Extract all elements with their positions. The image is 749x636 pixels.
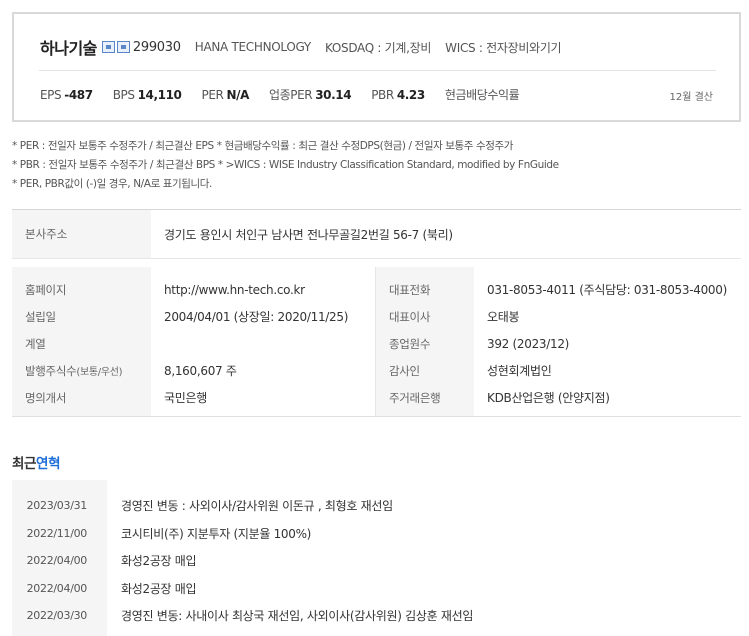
affiliate-value <box>164 330 348 357</box>
history-list: 2023/03/31 2022/11/00 2022/04/00 2022/04… <box>12 480 741 636</box>
info-grid: 홈페이지 설립일 계열 발행주식수 (보통/우선) 명의개서 http://www… <box>12 267 741 417</box>
affiliate-label: 계열 <box>25 336 46 351</box>
metric-bps: BPS 14,110 <box>112 87 182 102</box>
founded-label: 설립일 <box>25 309 56 324</box>
settlement-month: 12월 결산 <box>669 92 713 103</box>
history-event: 화성2공장 매입 <box>121 554 197 569</box>
homepage-link[interactable]: http://www.hn-tech.co.kr <box>164 276 348 303</box>
main-bank-label: 주거래은행 <box>389 390 441 405</box>
metric-eps: EPS -487 <box>40 87 93 102</box>
info-right-column: 대표전화 대표이사 종업원수 감사인 주거래은행 031-8053-4011 (… <box>376 267 741 416</box>
ceo-label: 대표이사 <box>389 309 431 324</box>
history-date: 2022/11/00 <box>26 526 88 540</box>
history-section-title: 최근연혁 <box>12 456 61 472</box>
metric-industry-per: 업종PER 30.14 <box>268 88 352 102</box>
history-event: 코시티비(주) 지분투자 (지분율 100%) <box>121 526 312 541</box>
history-date: 2022/03/30 <box>26 609 88 623</box>
company-code: 299030 <box>132 39 181 55</box>
info-left-column: 홈페이지 설립일 계열 발행주식수 (보통/우선) 명의개서 http://www… <box>12 267 376 416</box>
history-events-column: 경영진 변동 : 사외이사/감사위원 이돈규 , 최형호 재선임 코시티비(주)… <box>107 480 741 636</box>
ceo-value: 오태봉 <box>487 310 520 324</box>
address-label: 본사주소 <box>12 210 151 258</box>
employees-value: 392 (2023/12) <box>487 336 570 351</box>
report-icon[interactable] <box>101 41 115 53</box>
address-value: 경기도 용인시 처인구 남사면 전나무골길2번길 56-7 (북리) <box>164 227 453 242</box>
print-icon[interactable] <box>116 41 130 53</box>
history-date: 2022/04/00 <box>26 581 88 595</box>
transfer-agent-value: 국민은행 <box>164 391 207 405</box>
wics-sector: WICS : 전자장비와기기 <box>445 40 562 55</box>
company-title-row: 하나기술 299030 HANA TECHNOLOGY KOSDAQ : 기계,… <box>40 35 562 59</box>
company-info-table: 본사주소 경기도 용인시 처인구 남사면 전나무골길2번길 56-7 (북리) … <box>12 209 741 417</box>
metric-per: PER N/A <box>201 87 250 102</box>
history-dates-column: 2023/03/31 2022/11/00 2022/04/00 2022/04… <box>12 480 107 636</box>
transfer-agent-label: 명의개서 <box>25 390 67 405</box>
metrics-row: EPS -487 BPS 14,110 PER N/A 업종PER 30.14 PBR 4… <box>40 86 542 103</box>
company-name: 하나기술 <box>40 39 97 58</box>
auditor-label: 감사인 <box>389 363 420 378</box>
company-summary-box: 하나기술 299030 HANA TECHNOLOGY KOSDAQ : 기계,… <box>12 12 741 122</box>
history-event: 경영진 변동 : 사외이사/감사위원 이돈규 , 최형호 재선임 <box>121 499 393 514</box>
footnotes: * PER : 전일자 보통주 수정주가 / 최근결산 EPS * 현금배당수익… <box>12 137 559 194</box>
footnote-negative: * PER, PBR값이 (-)일 경우, N/A로 표기됩니다. <box>12 178 212 190</box>
history-event: 화성2공장 매입 <box>121 581 197 596</box>
history-event: 경영진 변동: 사내이사 최상국 재선임, 사외이사(감사위원) 김상훈 재선임 <box>121 609 474 624</box>
phone-value: 031-8053-4011 (주식담당: 031-8053-4000) <box>487 283 727 297</box>
history-date: 2022/04/00 <box>26 554 88 568</box>
footnote-per: * PER : 전일자 보통주 수정주가 / 최근결산 EPS * 현금배당수익… <box>12 140 514 152</box>
market-sector: KOSDAQ : 기계,장비 <box>324 40 432 55</box>
founded-value: 2004/04/01 (상장일: 2020/11/25) <box>164 310 349 324</box>
address-row: 본사주소 경기도 용인시 처인구 남사면 전나무골길2번길 56-7 (북리) <box>12 209 741 259</box>
summary-divider <box>39 70 716 71</box>
metric-dividend-yield: 현금배당수익률 <box>444 88 520 102</box>
homepage-label: 홈페이지 <box>25 282 67 297</box>
shares-value: 8,160,607 주 <box>164 364 237 378</box>
footnote-pbr: * PBR : 전일자 보통주 수정주가 / 최근결산 BPS * >WICS … <box>12 159 559 171</box>
employees-label: 종업원수 <box>389 336 431 351</box>
shares-label: 발행주식수 (보통/우선) <box>25 363 123 379</box>
company-english-name: HANA TECHNOLOGY <box>194 40 312 54</box>
metric-pbr: PBR 4.23 <box>371 87 425 102</box>
main-bank-value: KDB산업은행 (안양지점) <box>487 391 610 405</box>
history-date: 2023/03/31 <box>26 499 88 513</box>
auditor-value: 성현회계법인 <box>487 364 552 378</box>
phone-label: 대표전화 <box>389 282 431 297</box>
